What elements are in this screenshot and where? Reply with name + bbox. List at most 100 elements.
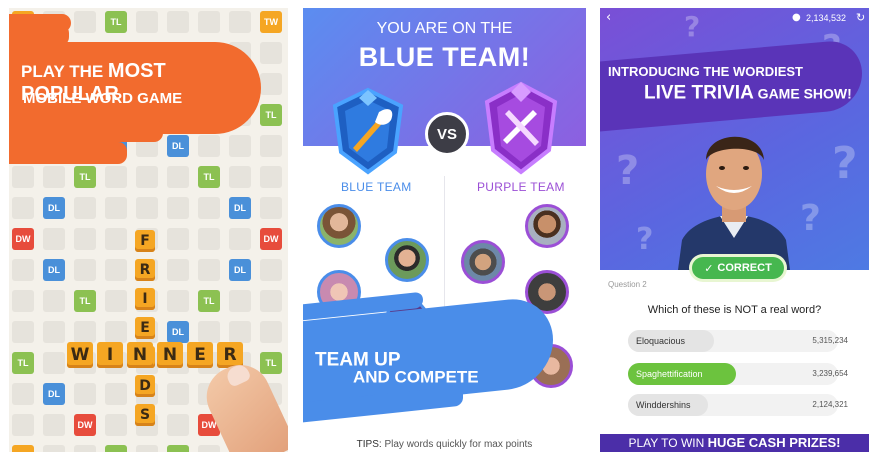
- letter-tile: F: [135, 230, 155, 252]
- board-cell: [105, 321, 127, 343]
- word-game-screenshot: TWTLTWDLDLTLTLDLDLDWDWDLDLTLTLDLTLTLDLDW…: [9, 8, 288, 452]
- bonus-square-tl: TL: [260, 104, 282, 126]
- banner-line-2: MOBILE WORD GAME: [23, 90, 183, 107]
- board-cell: [105, 259, 127, 281]
- user-icon: ●: [792, 12, 801, 23]
- board-cell: [74, 383, 96, 405]
- board-cell: [74, 445, 96, 452]
- answer-option[interactable]: Spaghettification 3,239,654: [628, 363, 860, 385]
- board-cell: [136, 197, 158, 219]
- board-cell: [105, 197, 127, 219]
- player-avatar: [525, 204, 569, 248]
- board-cell: [260, 290, 282, 312]
- bonus-square-tl: TL: [12, 352, 34, 374]
- bonus-square-dl: DL: [167, 321, 189, 343]
- bonus-square-tl: TL: [74, 290, 96, 312]
- board-cell: [136, 166, 158, 188]
- bonus-square-tw: TW: [260, 11, 282, 33]
- board-cell: [260, 73, 282, 95]
- board-cell: [229, 11, 251, 33]
- tips-text: TIPS: Play words quickly for max points: [356, 439, 533, 450]
- letter-tile: W: [67, 342, 93, 368]
- question-mark-icon: ?: [636, 222, 654, 257]
- board-cell: [74, 197, 96, 219]
- board-cell: [43, 352, 65, 374]
- board-cell: [74, 11, 96, 33]
- banner-line-2: AND COMPETE: [353, 367, 479, 387]
- status-bar: ‹ ● 2,134,532 ↻: [600, 10, 869, 28]
- board-cell: [260, 197, 282, 219]
- board-cell: [229, 166, 251, 188]
- header-title: BLUE TEAM!: [358, 42, 531, 72]
- check-icon: ✓: [704, 261, 714, 275]
- board-cell: [167, 11, 189, 33]
- board-cell: [43, 321, 65, 343]
- purple-team-shield-icon: [484, 81, 558, 175]
- letter-tile: I: [97, 342, 123, 368]
- board-cell: [260, 166, 282, 188]
- bonus-square-dl: DL: [229, 197, 251, 219]
- coin-count: 2,134,532: [806, 13, 847, 23]
- board-cell: [105, 290, 127, 312]
- letter-tile: E: [135, 317, 155, 339]
- board-cell: [260, 321, 282, 343]
- question-mark-icon: ?: [832, 138, 858, 189]
- board-cell: [260, 42, 282, 64]
- board-cell: [43, 166, 65, 188]
- back-arrow-icon[interactable]: ‹: [606, 10, 611, 25]
- letter-tile: E: [187, 342, 213, 368]
- answer-label: Spaghettification: [636, 369, 703, 379]
- versus-badge: VS: [425, 112, 469, 156]
- bonus-square-dw: DW: [74, 414, 96, 436]
- board-cell: [229, 321, 251, 343]
- board-cell: [43, 228, 65, 250]
- board-cell: [167, 290, 189, 312]
- letter-tile: S: [135, 404, 155, 426]
- banner-stripe: [9, 142, 127, 164]
- letter-tile: N: [127, 342, 153, 368]
- board-cell: [260, 135, 282, 157]
- board-cell: [198, 135, 220, 157]
- letter-tile: D: [135, 375, 155, 397]
- correct-badge: ✓ CORRECT: [692, 257, 784, 279]
- question-mark-icon: ?: [616, 148, 640, 194]
- refresh-icon[interactable]: ↻: [856, 11, 865, 24]
- letter-tile: N: [157, 342, 183, 368]
- board-cell: [105, 383, 127, 405]
- answer-option[interactable]: Eloquacious 5,315,234: [628, 330, 860, 352]
- blue-team-shield-icon: [332, 87, 404, 175]
- board-cell: [260, 259, 282, 281]
- bonus-square-tl: TL: [74, 166, 96, 188]
- bonus-square-tl: TL: [167, 445, 189, 452]
- board-cell: [167, 197, 189, 219]
- question-number: Question 2: [608, 280, 647, 289]
- banner-line-1: INTRODUCING THE WORDIEST: [608, 64, 803, 80]
- board-cell: [136, 11, 158, 33]
- answer-option[interactable]: Winddershins 2,124,321: [628, 394, 860, 416]
- host-photo: [678, 136, 790, 270]
- bonus-square-dl: DL: [43, 259, 65, 281]
- answer-label: Winddershins: [636, 400, 691, 410]
- bonus-square-tl: TL: [105, 445, 127, 452]
- board-cell: [167, 166, 189, 188]
- board-cell: [74, 259, 96, 281]
- board-cell: [43, 290, 65, 312]
- board-cell: [167, 259, 189, 281]
- board-cell: [12, 197, 34, 219]
- team-screenshot: YOU ARE ON THE BLUE TEAM! VS BLUE TEAM P…: [303, 8, 586, 452]
- answer-count: 2,124,321: [812, 400, 848, 409]
- board-cell: [229, 290, 251, 312]
- board-cell: [105, 414, 127, 436]
- board-cell: [105, 228, 127, 250]
- bonus-square-dw: DW: [12, 228, 34, 250]
- prize-footer: PLAY TO WIN HUGE CASH PRIZES!: [600, 434, 869, 452]
- board-cell: [198, 259, 220, 281]
- question-text: Which of these is NOT a real word?: [647, 304, 822, 316]
- player-avatar: [385, 238, 429, 282]
- player-avatar: [461, 240, 505, 284]
- answer-count: 5,315,234: [812, 336, 848, 345]
- board-cell: [136, 445, 158, 452]
- bonus-square-dw: DW: [260, 228, 282, 250]
- trivia-screenshot: ? ? ? ? ? ? ‹ ● 2,134,532 ↻ INTRODUCING …: [600, 8, 869, 452]
- answer-label: Eloquacious: [636, 336, 686, 346]
